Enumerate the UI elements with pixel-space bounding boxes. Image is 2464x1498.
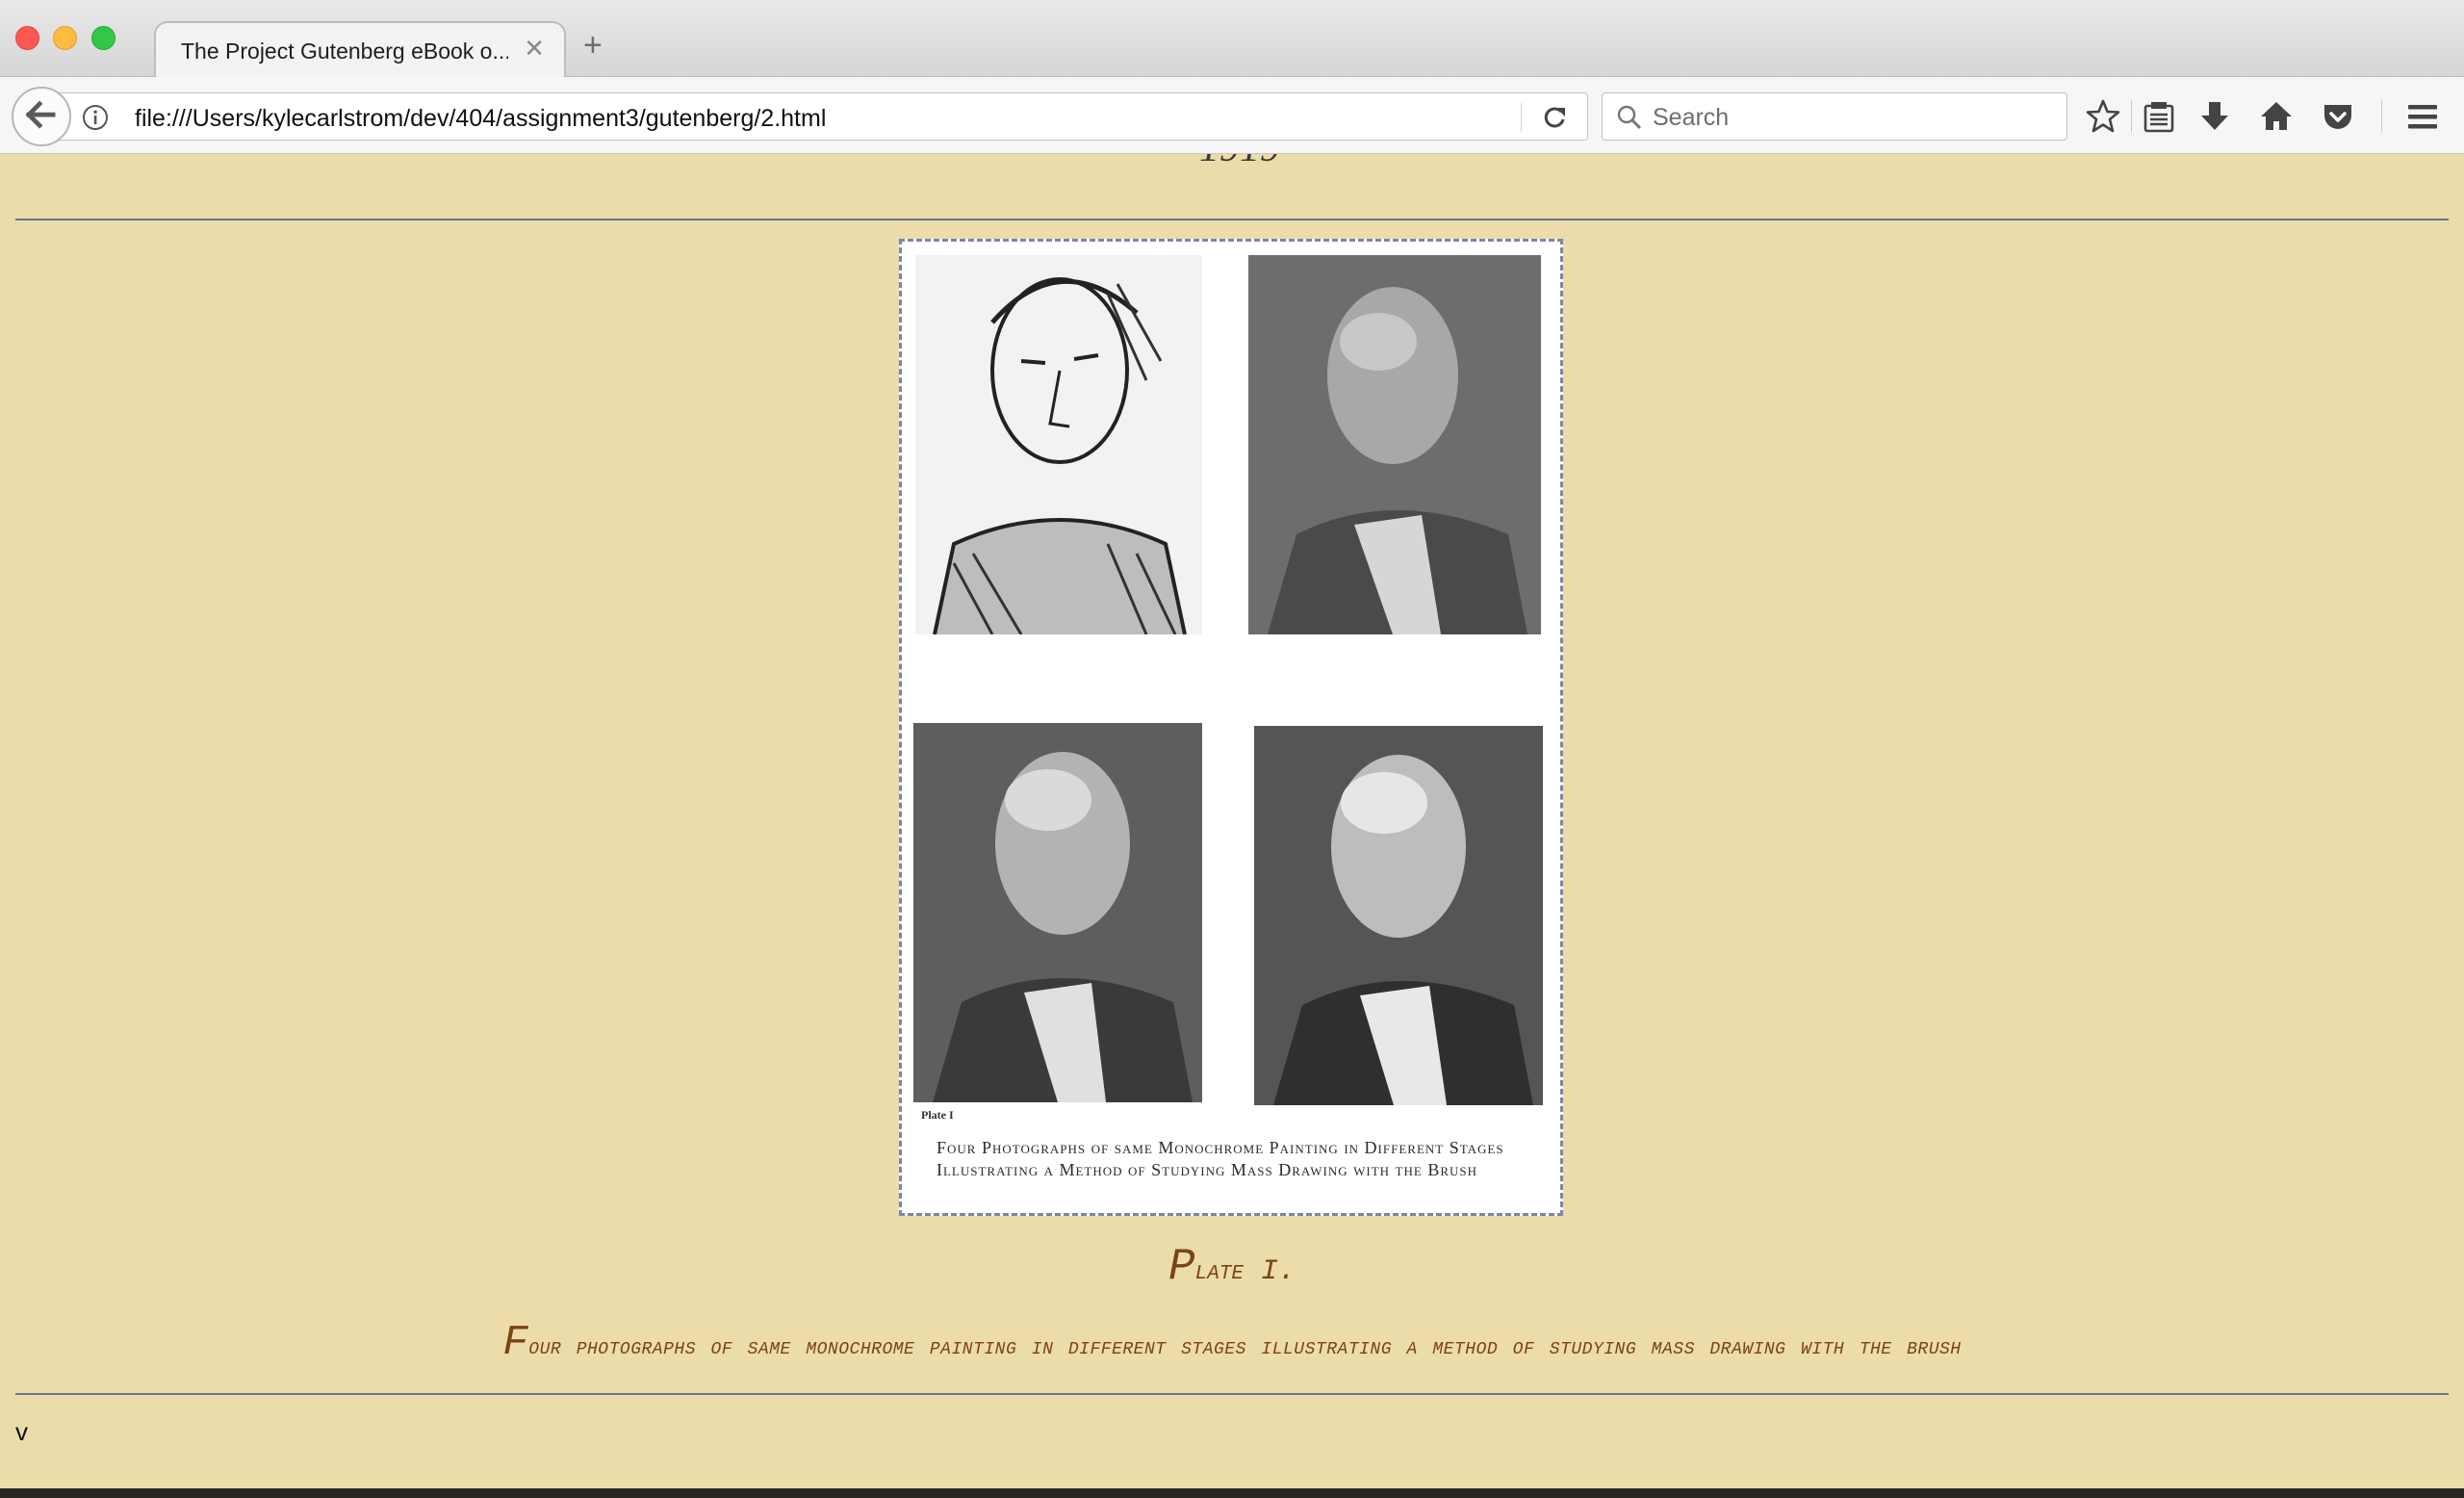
menu-icon[interactable] xyxy=(2404,98,2441,135)
reload-icon[interactable] xyxy=(1540,103,1569,132)
tab-close-icon[interactable]: ✕ xyxy=(524,36,545,61)
painting-stage-4-image xyxy=(1254,726,1543,1105)
window-title-bar: The Project Gutenberg eBook o... ✕ + xyxy=(0,0,2464,77)
home-icon[interactable] xyxy=(2258,98,2295,135)
previous-page-fragment: 1919 xyxy=(1199,154,1280,171)
tab-title: The Project Gutenberg eBook o... xyxy=(181,39,508,64)
browser-tab-active[interactable]: The Project Gutenberg eBook o... ✕ xyxy=(154,21,566,77)
url-text[interactable]: file:///Users/kylecarlstrom/dev/404/assi… xyxy=(135,105,826,133)
search-input[interactable] xyxy=(1653,103,2038,132)
horizontal-rule xyxy=(15,219,2449,220)
page-number-marker: v xyxy=(15,1417,28,1446)
toolbar-divider xyxy=(2131,100,2132,133)
navigation-toolbar: file:///Users/kylecarlstrom/dev/404/assi… xyxy=(0,77,2464,154)
page-content: 1919 xyxy=(0,154,2464,1488)
search-icon xyxy=(1617,105,1642,130)
download-icon[interactable] xyxy=(2196,98,2233,135)
window-bottom-edge xyxy=(0,1488,2464,1498)
new-tab-icon[interactable]: + xyxy=(583,29,603,62)
plate-image: Plate I Four Photographs of same Monochr… xyxy=(899,239,1563,1216)
minimize-window-button[interactable] xyxy=(53,26,77,50)
horizontal-rule xyxy=(15,1393,2449,1395)
scan-caption: Four Photographs of same Monochrome Pain… xyxy=(937,1138,1504,1179)
back-icon xyxy=(25,100,56,129)
plate-description: Four photographs of same monochrome pain… xyxy=(502,1319,1962,1367)
back-button[interactable] xyxy=(12,87,71,146)
close-window-button[interactable] xyxy=(15,26,39,50)
pocket-icon[interactable] xyxy=(2320,98,2356,135)
scan-plate-label: Plate I xyxy=(921,1108,954,1122)
toolbar-divider xyxy=(2381,100,2382,133)
zoom-window-button[interactable] xyxy=(91,26,116,50)
search-bar[interactable] xyxy=(1602,92,2067,141)
info-icon[interactable] xyxy=(82,104,109,131)
url-bar[interactable]: file:///Users/kylecarlstrom/dev/404/assi… xyxy=(58,92,1588,141)
painting-stage-3-image xyxy=(913,723,1202,1102)
plate-title: Plate I. xyxy=(1168,1242,1296,1292)
painting-stage-2-image xyxy=(1248,255,1541,634)
url-bar-divider xyxy=(1521,103,1522,132)
reading-list-icon[interactable] xyxy=(2141,98,2177,135)
sketch-portrait-image xyxy=(915,255,1202,634)
bookmark-star-icon[interactable] xyxy=(2085,98,2121,135)
